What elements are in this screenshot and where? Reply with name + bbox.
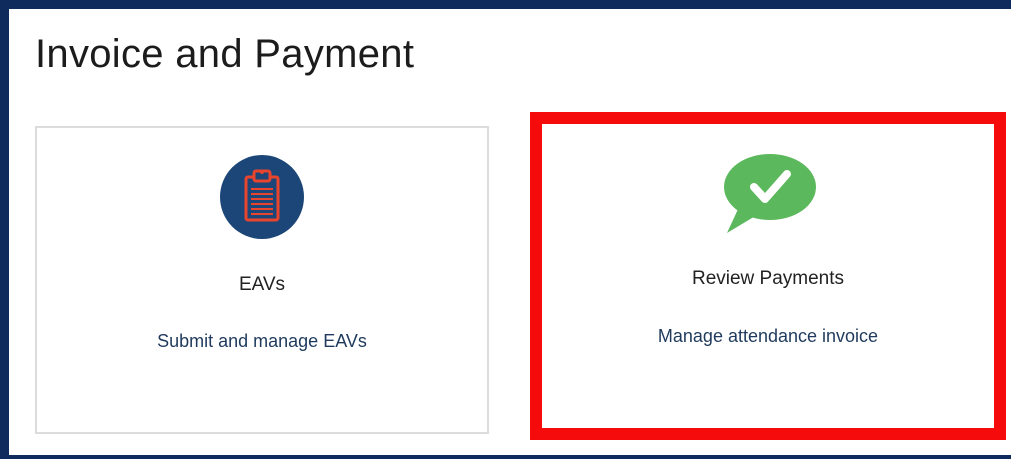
app-frame: Invoice and Payment EAVs Submit and mana… bbox=[0, 0, 1011, 459]
checkmark-chat-bubble-icon bbox=[719, 149, 817, 237]
eavs-card[interactable]: EAVs Submit and manage EAVs bbox=[35, 126, 489, 434]
review-payments-card[interactable]: Review Payments Manage attendance invoic… bbox=[530, 112, 1006, 440]
review-payments-card-title: Review Payments bbox=[691, 268, 845, 289]
review-payments-card-description: Manage attendance invoice bbox=[657, 326, 879, 346]
eavs-card-description: Submit and manage EAVs bbox=[157, 331, 367, 351]
eavs-card-title: EAVs bbox=[238, 274, 286, 295]
clipboard-icon bbox=[219, 154, 305, 240]
page-title: Invoice and Payment bbox=[35, 32, 415, 76]
